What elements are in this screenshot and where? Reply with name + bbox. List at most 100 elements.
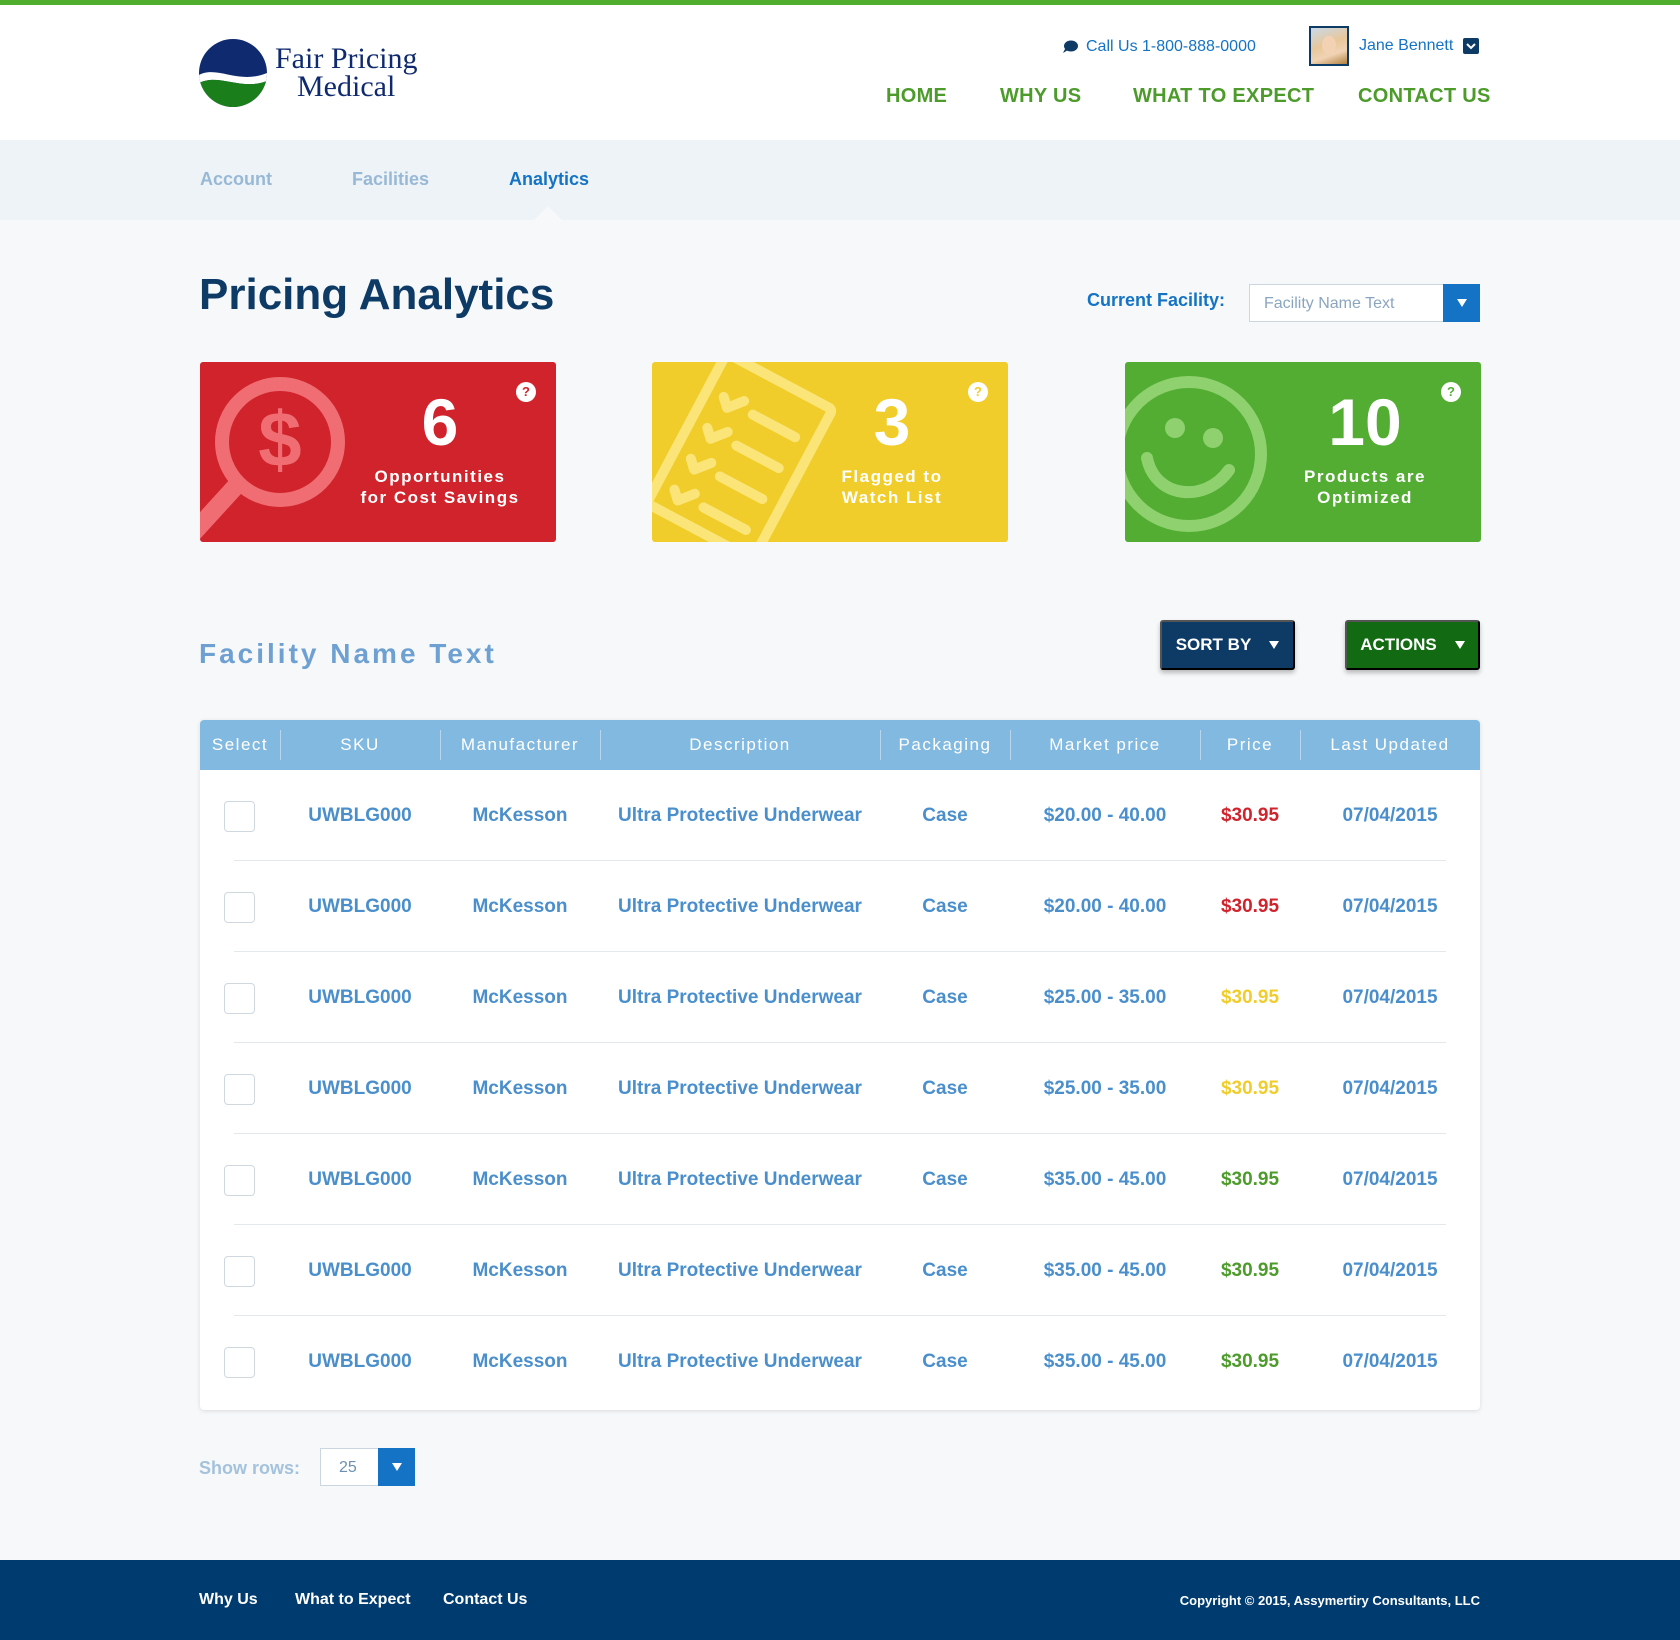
cell-packaging: Case [922,1169,968,1190]
active-tab-pointer [534,206,562,220]
table-row[interactable]: UWBLG000 McKesson Ultra Protective Underwe… [200,1225,1480,1316]
column-header-select[interactable]: Select [200,720,280,770]
current-facility-label: Current Facility: [1087,290,1226,310]
tab-account[interactable]: Account [200,169,272,190]
cell-last-updated: 07/04/2015 [1342,1260,1438,1281]
table-row[interactable]: UWBLG000 McKesson Ultra Protective Underwe… [200,861,1480,952]
help-icon[interactable]: ? [968,382,988,402]
cell-description: Ultra Protective Underwear [618,896,862,917]
site-footer: Why Us What to Expect Contact Us Copyrig… [0,1560,1680,1640]
cell-description: Ultra Protective Underwear [618,1351,862,1372]
footer-link-contact-us[interactable]: Contact Us [443,1591,527,1609]
column-header-sku[interactable]: SKU [280,720,440,770]
dropdown-arrow-icon[interactable] [378,1448,415,1486]
cell-packaging: Case [922,1260,968,1281]
facility-select[interactable]: Facility Name Text [1249,284,1480,322]
nav-why-us[interactable]: WHY US [1000,85,1081,108]
column-header-manufacturer[interactable]: Manufacturer [440,720,600,770]
chevron-down-icon[interactable] [1463,38,1480,54]
cell-manufacturer: McKesson [472,1169,568,1190]
help-icon[interactable]: ? [516,382,536,402]
cell-packaging: Case [922,896,968,917]
stat-label: Flagged to Watch List [782,466,1002,508]
cell-price: $30.95 [1220,987,1280,1008]
call-us-link[interactable]: Call Us 1-800-888-0000 [1062,38,1256,56]
column-header-description[interactable]: Description [600,720,880,770]
table-row[interactable]: UWBLG000 McKesson Ultra Protective Underwe… [200,770,1480,861]
nav-contact-us[interactable]: CONTACT US [1358,85,1491,108]
cell-price: $30.95 [1220,1169,1280,1190]
cell-sku: UWBLG000 [308,987,412,1008]
table-row[interactable]: UWBLG000 McKesson Ultra Protective Underwe… [200,1043,1480,1134]
cell-market-price: $35.00 - 45.00 [1043,1260,1167,1281]
tab-analytics[interactable]: Analytics [509,169,589,190]
caret-down-icon [1454,641,1465,649]
cell-sku: UWBLG000 [308,896,412,917]
show-rows-value: 25 [339,1459,357,1476]
table-row[interactable]: UWBLG000 McKesson Ultra Protective Underwe… [200,1316,1480,1407]
row-checkbox[interactable] [224,1074,255,1105]
cell-price: $30.95 [1220,896,1280,917]
cell-packaging: Case [922,1078,968,1099]
call-us-text: Call Us 1-800-888-0000 [1086,38,1256,55]
stat-label-line1: Opportunities [374,467,506,486]
row-checkbox[interactable] [224,1347,255,1378]
cell-market-price: $20.00 - 40.00 [1043,896,1167,917]
column-header-price[interactable]: Price [1200,720,1300,770]
user-menu[interactable]: Jane Bennett [1309,26,1480,66]
show-rows-select[interactable]: 25 [320,1448,415,1486]
footer-link-why-us[interactable]: Why Us [199,1591,258,1609]
column-header-market-price[interactable]: Market price [1010,720,1200,770]
nav-home[interactable]: HOME [886,85,947,108]
stat-label-line2: Optimized [1317,488,1413,507]
column-header-packaging[interactable]: Packaging [880,720,1010,770]
sort-by-label: SORT BY [1175,635,1252,654]
cell-market-price: $35.00 - 45.00 [1043,1169,1167,1190]
footer-link-what-to-expect[interactable]: What to Expect [295,1591,411,1609]
logo[interactable]: Fair Pricing Medical [199,39,449,113]
row-checkbox[interactable] [224,801,255,832]
stat-label-line1: Flagged to [841,467,943,486]
products-table: Select SKU Manufacturer Description Pack… [200,720,1480,1410]
row-checkbox[interactable] [224,892,255,923]
row-checkbox[interactable] [224,983,255,1014]
cell-sku: UWBLG000 [308,1169,412,1190]
stat-label: Opportunities for Cost Savings [330,466,550,508]
nav-what-to-expect[interactable]: WHAT TO EXPECT [1133,85,1314,108]
stat-card-optimized[interactable]: 10 Products are Optimized ? [1125,362,1481,542]
facility-select-value: Facility Name Text [1264,295,1395,312]
cell-last-updated: 07/04/2015 [1342,1351,1438,1372]
caret-down-icon [1269,641,1280,649]
dropdown-arrow-icon[interactable] [1443,284,1480,322]
cell-manufacturer: McKesson [472,1260,568,1281]
cell-manufacturer: McKesson [472,805,568,826]
cell-packaging: Case [922,987,968,1008]
stat-card-watch-list[interactable]: 3 Flagged to Watch List ? [652,362,1008,542]
cell-market-price: $25.00 - 35.00 [1043,1078,1167,1099]
cell-sku: UWBLG000 [308,805,412,826]
cell-sku: UWBLG000 [308,1078,412,1099]
table-row[interactable]: UWBLG000 McKesson Ultra Protective Underwe… [200,1134,1480,1225]
actions-button[interactable]: ACTIONS [1345,620,1480,670]
column-header-last-updated[interactable]: Last Updated [1300,720,1480,770]
sort-by-button[interactable]: SORT BY [1160,620,1295,670]
cell-last-updated: 07/04/2015 [1342,1078,1438,1099]
stat-label-line1: Products are [1304,467,1426,486]
show-rows-label: Show rows: [199,1458,301,1478]
cell-description: Ultra Protective Underwear [618,1260,862,1281]
table-header: Select SKU Manufacturer Description Pack… [200,720,1480,770]
cell-description: Ultra Protective Underwear [618,1078,862,1099]
logo-line2: Medical [297,70,396,103]
row-checkbox[interactable] [224,1256,255,1287]
cell-market-price: $25.00 - 35.00 [1043,987,1167,1008]
help-icon[interactable]: ? [1441,382,1461,402]
cell-price: $30.95 [1220,1351,1280,1372]
cell-manufacturer: McKesson [472,1078,568,1099]
tab-facilities[interactable]: Facilities [352,169,429,190]
user-name: Jane Bennett [1359,37,1454,54]
stat-card-cost-savings[interactable]: $ 6 Opportunities for Cost Savings ? [200,362,556,542]
table-row[interactable]: UWBLG000 McKesson Ultra Protective Underwe… [200,952,1480,1043]
svg-text:$: $ [258,395,301,483]
row-checkbox[interactable] [224,1165,255,1196]
cell-last-updated: 07/04/2015 [1342,896,1438,917]
